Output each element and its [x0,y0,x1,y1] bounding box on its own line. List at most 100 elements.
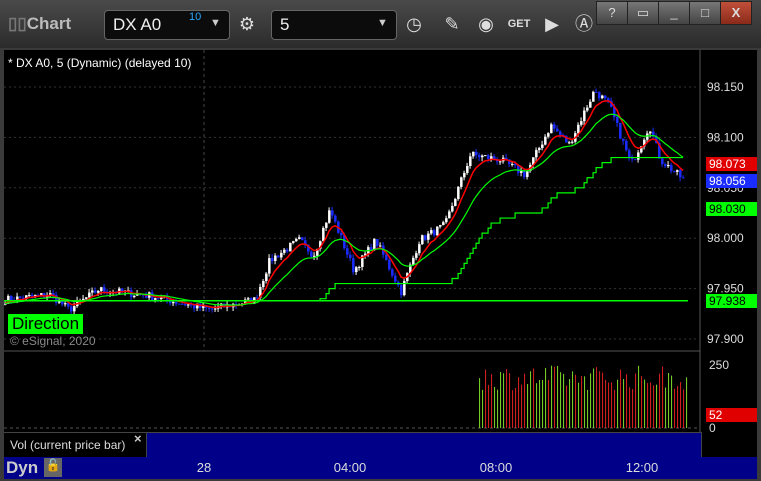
link-icon[interactable]: ▭ [627,1,659,25]
pencil-icon[interactable]: ✎ [438,10,466,38]
candle [391,269,394,276]
clock-icon[interactable]: ◷ [400,10,428,38]
toolbar: ▯▯Chart DX A0 10 ▼ ⚙ 5 ▼ ◷ ✎ ◉ GET ▶ Ⓐ ?… [0,0,761,48]
dyn-label: Dyn [6,458,39,477]
time-tick: 28 [196,460,212,475]
candle [145,295,148,298]
candle [214,308,217,310]
candle [331,210,334,216]
candle [424,235,427,240]
candle [94,290,97,293]
candle [388,259,391,270]
candle [355,267,358,273]
vol-pane-bar [146,432,702,459]
candle [358,266,361,268]
candle [601,95,604,99]
candle [535,150,538,158]
price-tick: 98.150 [707,80,744,94]
candle [19,296,22,298]
delay-badge: 10 [189,11,202,23]
candle [247,298,250,300]
candle [676,170,679,172]
candle [598,92,601,99]
candle [133,295,136,298]
help-button[interactable]: ? [596,1,628,25]
candle [649,131,652,134]
candle [88,292,91,298]
candle [280,252,283,258]
candle [487,155,490,159]
candle [274,255,277,261]
slow-ma-line [4,113,684,306]
green-ma-price-label: 98.030 [706,202,757,216]
get-icon[interactable]: GET [505,10,533,38]
candle [289,242,292,252]
candle [439,225,442,227]
settings-gear-icon[interactable]: ⚙ [233,10,261,38]
chart-legend: * DX A0, 5 (Dynamic) (delayed 10) [8,56,192,70]
candle [352,258,355,273]
candle [457,186,460,200]
candle [301,237,304,241]
time-tick: 04:00 [333,460,367,475]
candle [589,101,592,108]
fast-ma-line [4,100,684,309]
candle [523,171,526,177]
volume-label: 52 [706,408,757,422]
alert-icon[interactable]: Ⓐ [570,10,598,38]
candle [64,303,67,305]
play-icon[interactable]: ▶ [538,10,566,38]
candle [187,304,190,306]
candle [442,222,445,226]
candle [538,148,541,151]
candle [634,159,637,161]
candle [619,122,622,139]
candle [421,235,424,245]
candle [616,117,619,123]
chevron-down-icon[interactable]: ▼ [377,17,388,29]
candle [346,248,349,255]
time-axis: Dyn 🔓 28 04:00 08:00 12:00 [4,457,757,479]
candle [394,275,397,282]
study-icon[interactable]: ◉ [472,10,500,38]
minimize-button[interactable]: _ [658,1,690,25]
candle [322,227,325,242]
candle [595,91,598,93]
price-chart[interactable]: 98.15098.10098.05098.00097.95097.900 [4,50,757,457]
candle [208,307,211,309]
candle [673,171,676,173]
candle [580,121,583,125]
candle [541,144,544,149]
candle [283,249,286,253]
candle [571,141,574,143]
symbol-input[interactable]: DX A0 10 ▼ [104,10,230,40]
candle [430,230,433,234]
chevron-down-icon[interactable]: ▼ [210,17,221,29]
candle [586,107,589,111]
candle [157,298,160,300]
candle [70,306,73,312]
close-pane-icon[interactable]: × [134,431,142,446]
close-button[interactable]: X [720,1,752,25]
lock-icon[interactable]: 🔓 [44,458,62,477]
candle [484,155,487,157]
maximize-button[interactable]: □ [689,1,721,25]
candle [436,226,439,236]
candle [682,177,685,179]
candle [499,161,502,163]
candle [385,254,388,260]
candle [550,124,553,134]
candle [172,301,175,304]
candle [466,165,469,173]
interval-select[interactable]: 5 ▼ [271,10,397,40]
candle [211,308,214,310]
candle [298,237,301,240]
candle [547,133,550,137]
interval-value: 5 [280,15,290,34]
candle [262,281,265,288]
candle [628,150,631,158]
chart-area[interactable]: 98.15098.10098.05098.00097.95097.900 * D… [4,50,757,459]
candle [454,199,457,206]
candle [271,258,274,261]
vol-pane-tab[interactable]: Vol (current price bar) × [4,431,146,458]
